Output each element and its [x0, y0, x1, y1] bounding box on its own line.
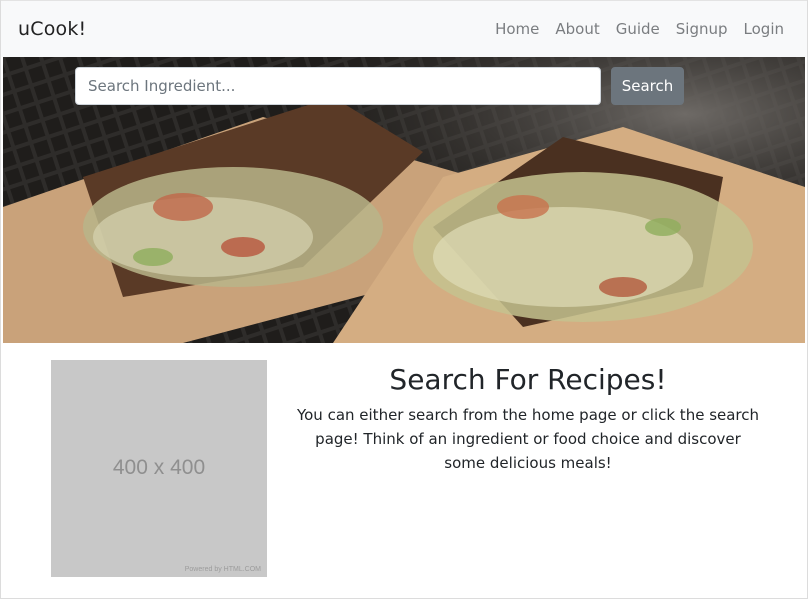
page-heading: Search For Recipes! [389, 363, 667, 396]
placeholder-dimensions-text: 400 x 400 [112, 456, 206, 479]
nav-about-link[interactable]: About [547, 20, 607, 38]
nav-links: Home About Guide Signup Login [487, 20, 784, 38]
navbar: uCook! Home About Guide Signup Login [1, 0, 807, 57]
nav-login-link[interactable]: Login [736, 20, 784, 38]
hero-banner: Search [3, 57, 805, 343]
intro-section: Search For Recipes! You can either searc… [295, 360, 761, 475]
placeholder-image: 400 x 400 Powered by HTML.COM [51, 360, 267, 577]
search-button[interactable]: Search [611, 67, 684, 105]
nav-guide-link[interactable]: Guide [608, 20, 668, 38]
search-input[interactable] [75, 67, 601, 105]
search-form: Search [75, 67, 684, 105]
nav-home-link[interactable]: Home [487, 20, 547, 38]
nav-signup-link[interactable]: Signup [668, 20, 736, 38]
brand-link[interactable]: uCook! [18, 18, 86, 40]
placeholder-credit-text: Powered by HTML.COM [184, 566, 261, 573]
intro-paragraph: You can either search from the home page… [296, 406, 760, 472]
